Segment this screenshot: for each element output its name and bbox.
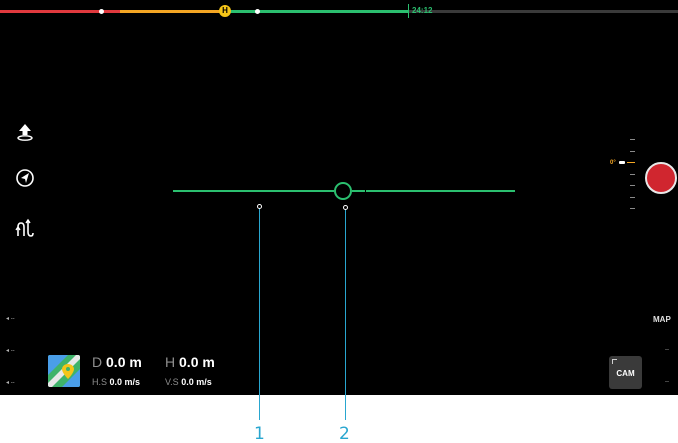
right-indicator: -- bbox=[665, 347, 669, 353]
gimbal-scale-tick bbox=[630, 208, 635, 209]
gimbal-pitch-pointer bbox=[619, 161, 625, 164]
callout-line-2 bbox=[345, 208, 346, 420]
map-thumbnail[interactable] bbox=[48, 355, 80, 387]
gimbal-scale-tick bbox=[630, 185, 635, 186]
return-to-home-icon bbox=[16, 169, 34, 187]
intelligent-flight-icon bbox=[15, 218, 34, 237]
attitude-tick-right bbox=[352, 190, 365, 192]
vertical-speed-readout: V.S 0.0 m/s bbox=[165, 377, 212, 387]
takeoff-button[interactable] bbox=[14, 121, 36, 143]
intelligent-flight-button[interactable] bbox=[14, 217, 36, 239]
hspeed-key: H.S bbox=[92, 377, 108, 387]
distance-value: 0.0 m bbox=[106, 354, 142, 370]
aircraft-reticle bbox=[334, 182, 352, 200]
gimbal-scale-tick bbox=[630, 139, 635, 140]
attitude-tick-left bbox=[321, 190, 334, 192]
gimbal-current-tick bbox=[627, 162, 635, 163]
distance-readout: D 0.0 m bbox=[92, 354, 142, 370]
takeoff-icon bbox=[17, 124, 33, 141]
camera-settings-button[interactable]: CAM bbox=[609, 356, 642, 389]
hspeed-value: 0.0 m/s bbox=[109, 377, 141, 387]
height-readout: H 0.0 m bbox=[165, 354, 215, 370]
battery-level-bar bbox=[0, 9, 678, 14]
gimbal-scale-tick bbox=[630, 151, 635, 152]
camera-button-label: CAM bbox=[616, 369, 635, 378]
gimbal-pitch-label: 0° bbox=[610, 160, 616, 166]
left-indicator: ◂ -- bbox=[6, 380, 15, 386]
critical-threshold-marker bbox=[99, 9, 104, 14]
attitude-line-right bbox=[366, 190, 515, 192]
gimbal-scale-tick bbox=[630, 197, 635, 198]
right-indicator: -- bbox=[665, 379, 669, 385]
home-point-marker: H bbox=[219, 5, 231, 17]
attitude-line-left bbox=[173, 190, 321, 192]
callout-dot-2 bbox=[343, 205, 348, 210]
low-threshold-marker bbox=[255, 9, 260, 14]
map-icon bbox=[48, 355, 80, 387]
callout-number-1: 1 bbox=[254, 424, 265, 443]
height-value: 0.0 m bbox=[179, 354, 215, 370]
return-to-home-button[interactable] bbox=[14, 167, 36, 189]
callout-dot-1 bbox=[257, 204, 262, 209]
callout-line-1 bbox=[259, 207, 260, 420]
left-indicator-value: -- bbox=[10, 316, 15, 322]
vspeed-value: 0.0 m/s bbox=[181, 377, 212, 387]
battery-low-segment bbox=[120, 10, 230, 13]
callout-number-2: 2 bbox=[339, 424, 350, 443]
left-indicator-value: -- bbox=[10, 380, 15, 386]
gimbal-scale-tick bbox=[630, 174, 635, 175]
vspeed-key: V.S bbox=[165, 377, 179, 387]
shutter-button[interactable] bbox=[645, 162, 677, 194]
camera-view: H 24:12 0° ◂ -- ◂ -- ◂ -- MAP -- -- D 0.… bbox=[0, 0, 678, 395]
left-indicator: ◂ -- bbox=[6, 348, 15, 354]
horizontal-speed-readout: H.S 0.0 m/s bbox=[92, 377, 140, 387]
flight-time-divider bbox=[408, 4, 409, 18]
left-indicator: ◂ -- bbox=[6, 316, 15, 322]
map-toggle[interactable]: MAP bbox=[653, 315, 671, 324]
flight-time: 24:12 bbox=[412, 6, 433, 15]
distance-key: D bbox=[92, 354, 103, 370]
height-key: H bbox=[165, 354, 176, 370]
left-indicator-value: -- bbox=[10, 348, 15, 354]
camera-corner-icon bbox=[612, 359, 617, 364]
